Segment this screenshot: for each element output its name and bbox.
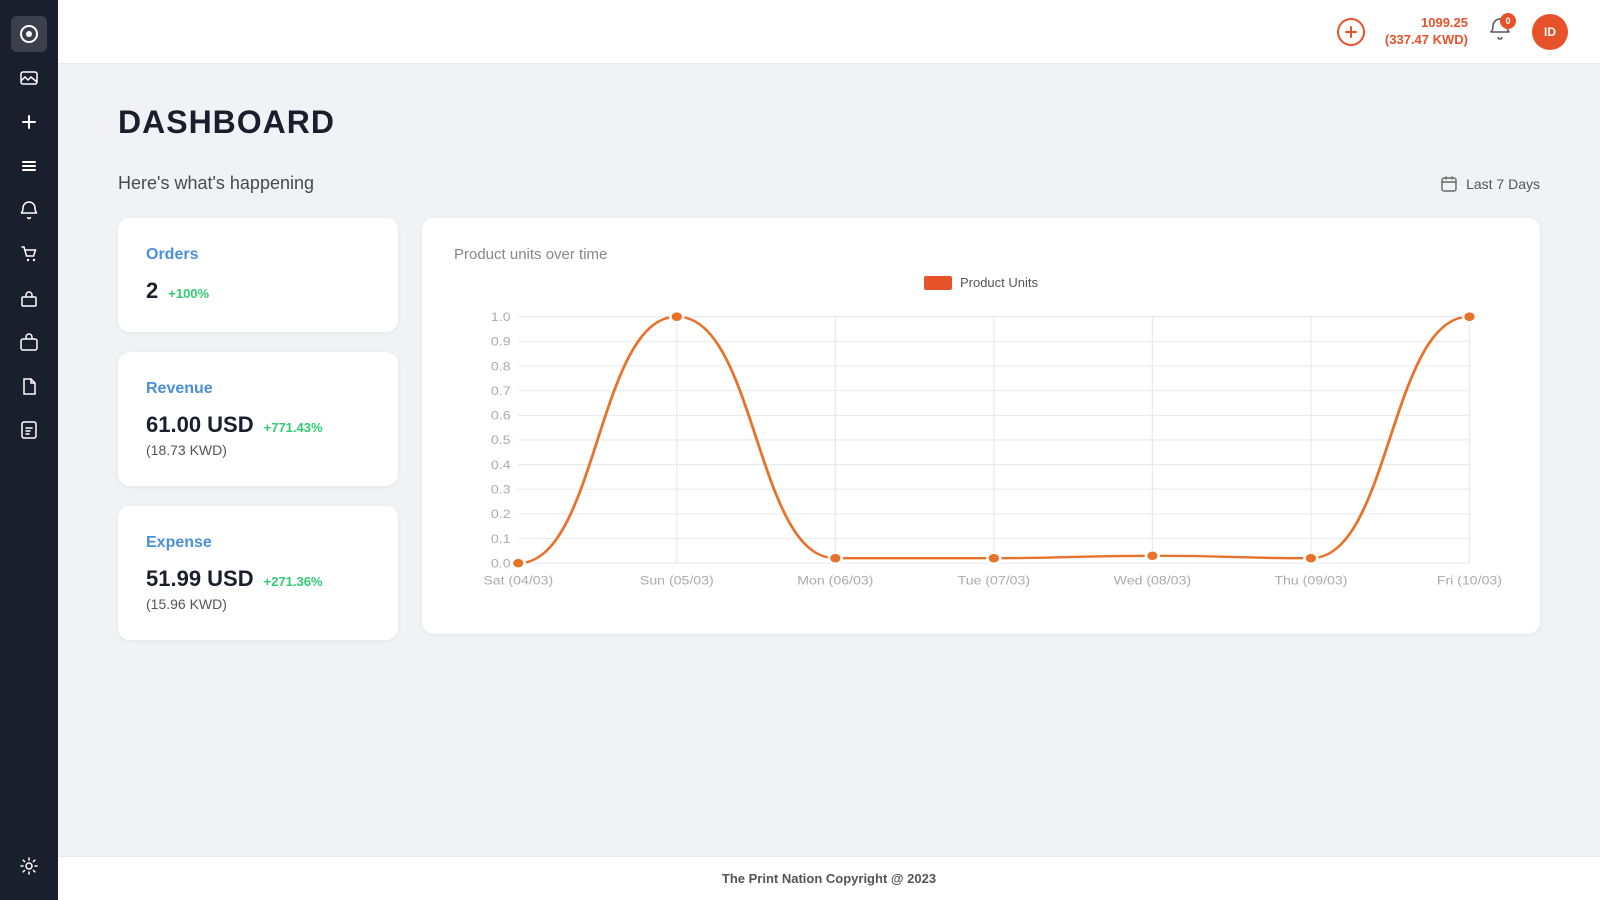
svg-text:0.1: 0.1: [491, 532, 511, 546]
expense-value: 51.99 USD: [146, 566, 254, 592]
footer-text: The Print Nation Copyright @ 2023: [722, 871, 936, 886]
svg-text:0.2: 0.2: [491, 507, 511, 521]
svg-text:0.8: 0.8: [491, 359, 511, 373]
section-subtitle: Here's what's happening: [118, 173, 314, 194]
content-grid: Orders 2 +100% Revenue 61.00 USD +771.43…: [118, 218, 1540, 640]
chart-container: 0.0 0.1 0.2 0.3 0.4 0.5 0.6 0.7 0.8 0.9 1.0 Sat (0…: [454, 306, 1508, 606]
svg-text:Fri (10/03): Fri (10/03): [1437, 574, 1502, 588]
svg-text:Thu (09/03): Thu (09/03): [1274, 574, 1347, 588]
sidebar: [0, 0, 58, 900]
svg-text:0.4: 0.4: [491, 458, 511, 472]
sidebar-item-file[interactable]: [11, 368, 47, 404]
chart-title: Product units over time: [454, 246, 1508, 263]
svg-text:Mon (06/03): Mon (06/03): [797, 574, 873, 588]
page-title: DASHBOARD: [118, 104, 1540, 141]
legend-swatch: [924, 276, 952, 290]
date-filter-label: Last 7 Days: [1466, 176, 1540, 192]
svg-text:Sun (05/03): Sun (05/03): [640, 574, 714, 588]
orders-change: +100%: [168, 286, 209, 301]
svg-text:1.0: 1.0: [491, 310, 511, 324]
user-avatar[interactable]: ID: [1532, 14, 1568, 50]
expense-card-title: Expense: [146, 534, 370, 552]
svg-text:0.7: 0.7: [491, 384, 511, 398]
orders-card: Orders 2 +100%: [118, 218, 398, 332]
sidebar-item-add[interactable]: [11, 104, 47, 140]
revenue-sub: (18.73 KWD): [146, 442, 370, 458]
sidebar-item-shop[interactable]: [11, 280, 47, 316]
svg-text:Tue (07/03): Tue (07/03): [958, 574, 1030, 588]
svg-text:Sat (04/03): Sat (04/03): [483, 574, 553, 588]
svg-text:Wed (08/03): Wed (08/03): [1114, 574, 1191, 588]
revenue-value: 61.00 USD: [146, 412, 254, 438]
sidebar-item-images[interactable]: [11, 60, 47, 96]
revenue-card-title: Revenue: [146, 380, 370, 398]
main-content: DASHBOARD Here's what's happening Last 7…: [58, 64, 1600, 856]
revenue-change: +771.43%: [264, 420, 323, 435]
sidebar-item-cart[interactable]: [11, 236, 47, 272]
date-filter-button[interactable]: Last 7 Days: [1440, 175, 1540, 193]
sidebar-item-notifications[interactable]: [11, 192, 47, 228]
svg-text:0.3: 0.3: [491, 483, 511, 497]
svg-text:0.0: 0.0: [491, 557, 511, 571]
svg-text:0.9: 0.9: [491, 335, 511, 349]
sidebar-item-dashboard[interactable]: [11, 16, 47, 52]
svg-text:0.6: 0.6: [491, 409, 511, 423]
expense-card: Expense 51.99 USD +271.36% (15.96 KWD): [118, 506, 398, 640]
section-header: Here's what's happening Last 7 Days: [118, 173, 1540, 194]
balance-secondary: (337.47 KWD): [1385, 32, 1468, 49]
orders-value: 2: [146, 278, 158, 304]
sidebar-item-menu[interactable]: [11, 148, 47, 184]
footer: The Print Nation Copyright @ 2023: [58, 856, 1600, 900]
balance-primary: 1099.25: [1385, 15, 1468, 32]
chart-legend: Product Units: [454, 275, 1508, 290]
stats-cards: Orders 2 +100% Revenue 61.00 USD +771.43…: [118, 218, 398, 640]
expense-sub: (15.96 KWD): [146, 596, 370, 612]
expense-change: +271.36%: [264, 574, 323, 589]
notification-badge: 0: [1500, 13, 1516, 29]
legend-label: Product Units: [960, 275, 1038, 290]
orders-card-title: Orders: [146, 246, 370, 264]
chart-card: Product units over time Product Units 0.…: [422, 218, 1540, 634]
sidebar-item-settings[interactable]: [11, 848, 47, 884]
calendar-icon: [1440, 175, 1458, 193]
revenue-card: Revenue 61.00 USD +771.43% (18.73 KWD): [118, 352, 398, 486]
add-button[interactable]: [1337, 18, 1365, 46]
svg-text:0.5: 0.5: [491, 433, 511, 447]
topbar: 1099.25 (337.47 KWD) 0 ID: [58, 0, 1600, 64]
sidebar-item-briefcase[interactable]: [11, 324, 47, 360]
notification-button[interactable]: 0: [1488, 17, 1512, 46]
sidebar-item-report[interactable]: [11, 412, 47, 448]
balance-display: 1099.25 (337.47 KWD): [1385, 15, 1468, 49]
chart-svg: 0.0 0.1 0.2 0.3 0.4 0.5 0.6 0.7 0.8 0.9 1.0 Sat (0…: [454, 306, 1508, 606]
